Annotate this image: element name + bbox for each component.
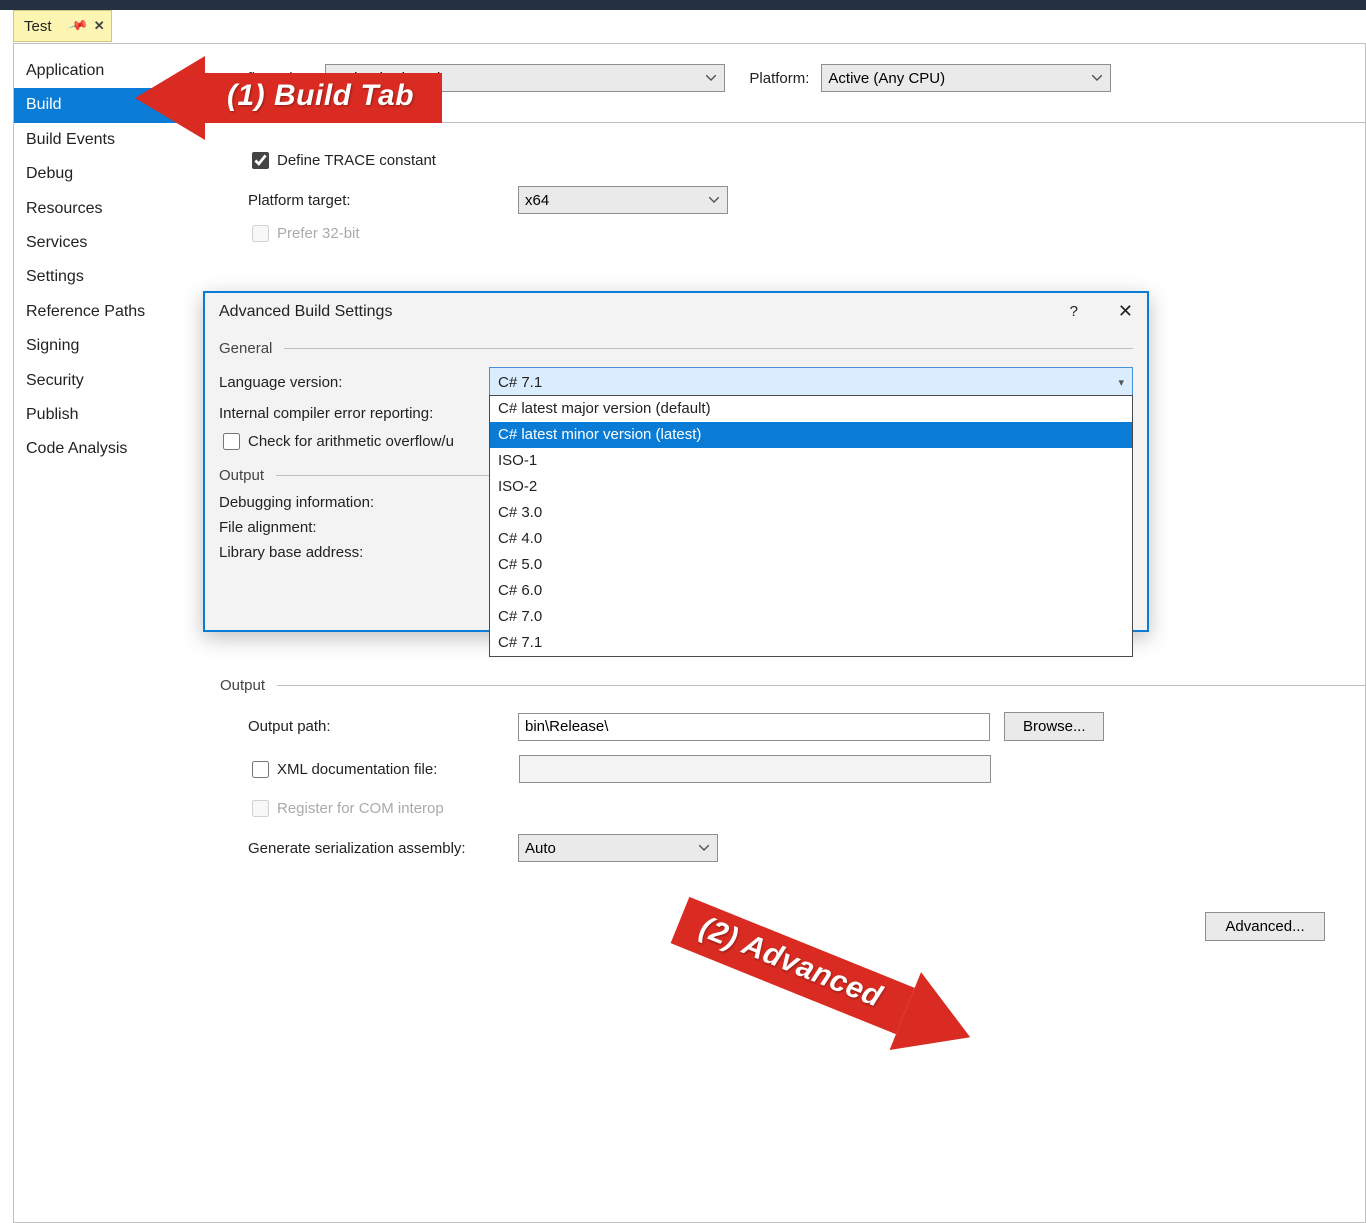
prefer-32bit-checkbox-input [252,225,269,242]
sidebar-item-reference-paths[interactable]: Reference Paths [14,295,190,329]
register-com-checkbox-input [252,800,269,817]
output-group-header: Output [220,677,1365,694]
dialog-help-button[interactable]: ? [1070,303,1078,320]
lang-option[interactable]: C# 4.0 [490,526,1132,552]
file-alignment-label: File alignment: [219,519,489,536]
annotation-build-tab: (1) Build Tab [135,56,442,140]
project-properties-tab[interactable]: Test 📌 ✕ [13,10,112,42]
platform-target-label: Platform target: [248,192,518,209]
sidebar-item-services[interactable]: Services [14,226,190,260]
prefer-32bit-checkbox: Prefer 32-bit [248,222,1365,245]
language-version-list: C# latest major version (default) C# lat… [489,395,1133,657]
language-version-dropdown[interactable]: C# 7.1 ▾ C# latest major version (defaul… [489,367,1133,397]
language-version-label: Language version: [219,374,489,391]
lang-option[interactable]: C# latest major version (default) [490,396,1132,422]
platform-label: Platform: [749,70,809,87]
lang-option[interactable]: C# 3.0 [490,500,1132,526]
output-path-label: Output path: [248,718,518,735]
properties-sidebar: Application Build Build Events Debug Res… [14,44,190,1222]
output-path-input[interactable] [518,713,990,741]
tab-title: Test [24,18,52,35]
advanced-build-settings-dialog: Advanced Build Settings ? ✕ General Lang… [203,291,1149,632]
internal-error-label: Internal compiler error reporting: [219,405,489,422]
register-com-checkbox: Register for COM interop [248,797,1365,820]
library-base-address-label: Library base address: [219,544,489,561]
platform-dropdown[interactable]: Active (Any CPU) [821,64,1111,92]
gen-serial-label: Generate serialization assembly: [248,840,518,857]
debug-info-label: Debugging information: [219,494,489,511]
advanced-button[interactable]: Advanced... [1205,912,1325,941]
dialog-close-button[interactable]: ✕ [1118,301,1133,322]
sidebar-item-resources[interactable]: Resources [14,192,190,226]
general-header: General [219,340,284,357]
dialog-output-header: Output [219,467,276,484]
lang-option[interactable]: ISO-1 [490,448,1132,474]
sidebar-item-code-analysis[interactable]: Code Analysis [14,432,190,466]
define-trace-checkbox-input[interactable] [252,152,269,169]
sidebar-item-settings[interactable]: Settings [14,260,190,294]
arith-overflow-checkbox-input[interactable] [223,433,240,450]
pin-icon[interactable]: 📌 [67,15,89,37]
sidebar-item-debug[interactable]: Debug [14,157,190,191]
gen-serial-dropdown[interactable]: Auto [518,834,718,862]
xml-doc-path-input [519,755,991,783]
xml-doc-checkbox-input[interactable] [252,761,269,778]
ide-titlebar [0,0,1366,10]
lang-option[interactable]: C# latest minor version (latest) [490,422,1132,448]
lang-option[interactable]: C# 7.0 [490,604,1132,630]
close-icon[interactable]: ✕ [94,18,105,34]
define-trace-checkbox[interactable]: Define TRACE constant [248,149,1365,172]
sidebar-item-publish[interactable]: Publish [14,398,190,432]
sidebar-item-security[interactable]: Security [14,364,190,398]
chevron-down-icon: ▾ [1118,376,1124,389]
sidebar-item-signing[interactable]: Signing [14,329,190,363]
lang-option[interactable]: C# 5.0 [490,552,1132,578]
xml-doc-checkbox[interactable]: XML documentation file: [248,755,1365,783]
lang-option[interactable]: C# 7.1 [490,630,1132,656]
platform-target-dropdown[interactable]: x64 [518,186,728,214]
lang-option[interactable]: ISO-2 [490,474,1132,500]
browse-button[interactable]: Browse... [1004,712,1104,741]
dialog-title: Advanced Build Settings [219,303,1070,321]
lang-option[interactable]: C# 6.0 [490,578,1132,604]
